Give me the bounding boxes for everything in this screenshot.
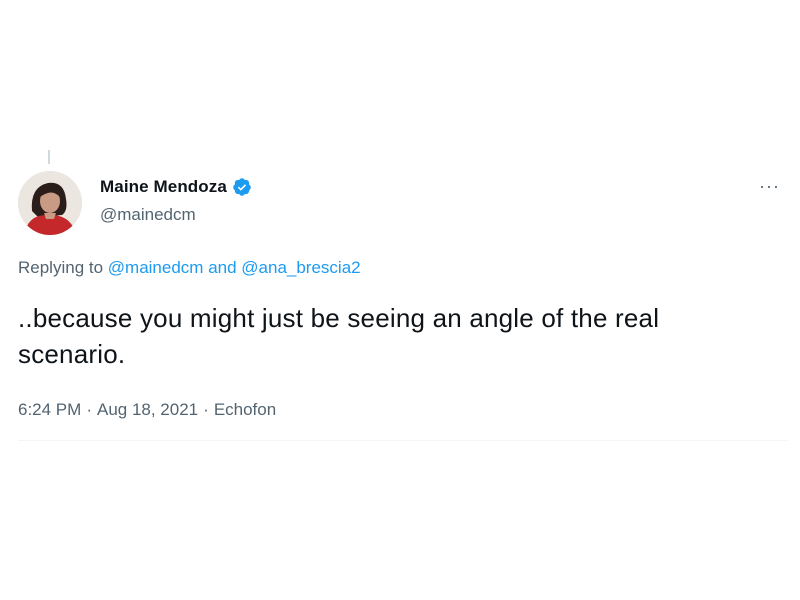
verified-badge-icon [232, 177, 252, 197]
tweet-date[interactable]: Aug 18, 2021 [97, 400, 198, 419]
author-info: Maine Mendoza @mainedcm [100, 175, 252, 225]
author-handle[interactable]: @mainedcm [100, 205, 252, 225]
display-name-row: Maine Mendoza [100, 175, 252, 199]
avatar[interactable] [18, 171, 82, 235]
avatar-image [18, 171, 82, 235]
tweet-text: ..because you might just be seeing an an… [18, 300, 788, 372]
tweet-header: Maine Mendoza @mainedcm ··· [18, 171, 788, 235]
tweet-text-line: ..because you might just be seeing an an… [18, 303, 660, 333]
meta-separator: · [203, 400, 209, 419]
mention-link[interactable]: @mainedcm [108, 258, 204, 277]
meta-separator: · [86, 400, 92, 419]
tweet-card: Maine Mendoza @mainedcm ··· Replying to … [18, 150, 788, 450]
divider [18, 440, 788, 441]
tweet-time[interactable]: 6:24 PM [18, 400, 81, 419]
replying-to-prefix: Replying to [18, 258, 108, 277]
replying-to-line: Replying to @mainedcm and @ana_brescia2 [18, 258, 361, 278]
tweet-source[interactable]: Echofon [214, 400, 276, 419]
mention-link[interactable]: @ana_brescia2 [241, 258, 360, 277]
thread-connector-line [48, 150, 50, 164]
more-options-icon[interactable]: ··· [759, 177, 780, 195]
mention-conjunction: and [203, 258, 242, 277]
display-name[interactable]: Maine Mendoza [100, 177, 227, 197]
tweet-metadata: 6:24 PM · Aug 18, 2021 · Echofon [18, 400, 276, 420]
tweet-text-line: scenario. [18, 339, 126, 369]
